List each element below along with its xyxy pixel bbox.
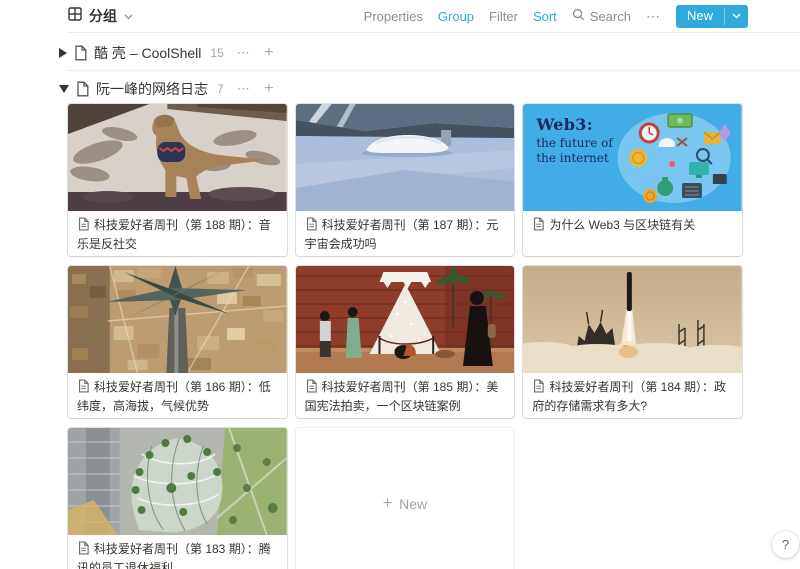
group-count-badge: 7 — [217, 82, 224, 96]
help-button[interactable]: ? — [772, 531, 799, 558]
filter-button[interactable]: Filter — [489, 9, 518, 24]
group-add-button[interactable]: + — [264, 46, 273, 60]
gallery-view-icon — [68, 7, 82, 26]
card-issue-185[interactable]: 科技爱好者周刊（第 185 期）：美国宪法拍卖，一个区块链案例 — [296, 266, 515, 418]
card-cover-city-aerial-star — [68, 266, 287, 373]
card-title-row: 为什么 Web3 与区块链有关 — [523, 211, 742, 242]
group-header-coolshell: 酷 壳 – CoolShell 15 ⋯ + — [59, 41, 800, 65]
page-icon — [532, 379, 545, 398]
chevron-down-icon — [124, 7, 133, 25]
web3-cover-text: Web3: the future of the internet — [536, 115, 622, 166]
card-issue-188[interactable]: 科技爱好者周刊（第 188 期）：音乐是反社交 — [68, 104, 287, 256]
sort-button[interactable]: Sort — [533, 9, 557, 24]
view-switcher[interactable]: 分组 — [68, 6, 133, 26]
group-more-button[interactable]: ⋯ — [237, 45, 252, 61]
page-icon — [77, 217, 90, 236]
card-title: 科技爱好者周刊（第 187 期）：元宇宙会成功吗 — [305, 218, 499, 251]
card-title: 科技爱好者周刊（第 183 期）：腾讯的员工退休福利 — [77, 542, 271, 569]
card-title-row: 科技爱好者周刊（第 184 期）：政府的存储需求有多大? — [523, 373, 742, 418]
card-cover-plaza-tent — [296, 266, 515, 373]
page-icon — [305, 217, 318, 236]
card-cover-rocket-launch — [523, 266, 742, 373]
new-button-label[interactable]: New — [676, 5, 724, 28]
more-options-button[interactable]: ⋯ — [646, 8, 661, 25]
question-mark-icon: ? — [782, 537, 789, 552]
web3-cover-subtitle: the future of the internet — [536, 136, 622, 166]
card-title: 科技爱好者周刊（第 188 期）：音乐是反社交 — [77, 218, 271, 251]
page-icon — [305, 379, 318, 398]
page-icon — [73, 45, 88, 61]
new-button[interactable]: New — [676, 5, 748, 28]
toolbar: 分组 Properties Group Filter Sort Search ⋯… — [0, 0, 800, 32]
plus-icon: + — [383, 495, 392, 513]
card-issue-186[interactable]: 科技爱好者周刊（第 186 期）：低纬度，高海拔，气候优势 — [68, 266, 287, 418]
collapse-toggle-icon[interactable] — [59, 85, 69, 93]
group-title[interactable]: 阮一峰的网络日志 — [96, 79, 208, 99]
group-button[interactable]: Group — [438, 9, 474, 24]
page-icon — [75, 81, 90, 97]
card-issue-187[interactable]: 科技爱好者周刊（第 187 期）：元宇宙会成功吗 — [296, 104, 515, 256]
card-issue-183[interactable]: 科技爱好者周刊（第 183 期）：腾讯的员工退休福利 — [68, 428, 287, 569]
search-label: Search — [590, 9, 631, 24]
card-cover-snow-resort — [296, 104, 515, 211]
card-cover-spiral-building — [68, 428, 287, 535]
card-title-row: 科技爱好者周刊（第 186 期）：低纬度，高海拔，气候优势 — [68, 373, 287, 418]
card-title-row: 科技爱好者周刊（第 187 期）：元宇宙会成功吗 — [296, 211, 515, 256]
new-page-card[interactable]: + New — [296, 428, 515, 569]
group-add-button[interactable]: + — [264, 82, 273, 96]
toolbar-divider — [68, 32, 800, 33]
expand-toggle-icon[interactable] — [59, 48, 67, 58]
card-title-row: 科技爱好者周刊（第 188 期）：音乐是反社交 — [68, 211, 287, 256]
gallery-grid: 科技爱好者周刊（第 188 期）：音乐是反社交 科技爱好者周刊（第 187 期）… — [68, 104, 742, 569]
card-title: 为什么 Web3 与区块链有关 — [549, 218, 695, 232]
search-button[interactable]: Search — [572, 8, 631, 24]
card-title-row: 科技爱好者周刊（第 183 期）：腾讯的员工退休福利 — [68, 535, 287, 569]
new-button-chevron-icon[interactable] — [725, 5, 748, 28]
toolbar-actions: Properties Group Filter Sort Search ⋯ Ne… — [364, 5, 748, 28]
group-more-button[interactable]: ⋯ — [237, 81, 252, 97]
new-page-card-label: New — [399, 496, 427, 512]
card-cover-web3-illustration: Web3: the future of the internet — [523, 104, 742, 211]
card-cover-dinosaur-museum — [68, 104, 287, 211]
page-icon — [532, 217, 545, 236]
group-header-ruanyifeng: 阮一峰的网络日志 7 ⋯ + — [59, 77, 800, 101]
web3-cover-heading: Web3: — [536, 115, 622, 134]
properties-button[interactable]: Properties — [364, 9, 423, 24]
view-title: 分组 — [89, 6, 117, 26]
group-title[interactable]: 酷 壳 – CoolShell — [94, 43, 201, 63]
card-title-row: 科技爱好者周刊（第 185 期）：美国宪法拍卖，一个区块链案例 — [296, 373, 515, 418]
card-title: 科技爱好者周刊（第 185 期）：美国宪法拍卖，一个区块链案例 — [305, 380, 499, 413]
card-web3[interactable]: Web3: the future of the internet 为什么 Web… — [523, 104, 742, 256]
group-divider — [68, 70, 800, 71]
search-icon — [572, 8, 585, 24]
group-count-badge: 15 — [210, 46, 223, 60]
card-issue-184[interactable]: 科技爱好者周刊（第 184 期）：政府的存储需求有多大? — [523, 266, 742, 418]
card-title: 科技爱好者周刊（第 184 期）：政府的存储需求有多大? — [532, 380, 726, 413]
page-icon — [77, 379, 90, 398]
page-icon — [77, 541, 90, 560]
card-title: 科技爱好者周刊（第 186 期）：低纬度，高海拔，气候优势 — [77, 380, 271, 413]
